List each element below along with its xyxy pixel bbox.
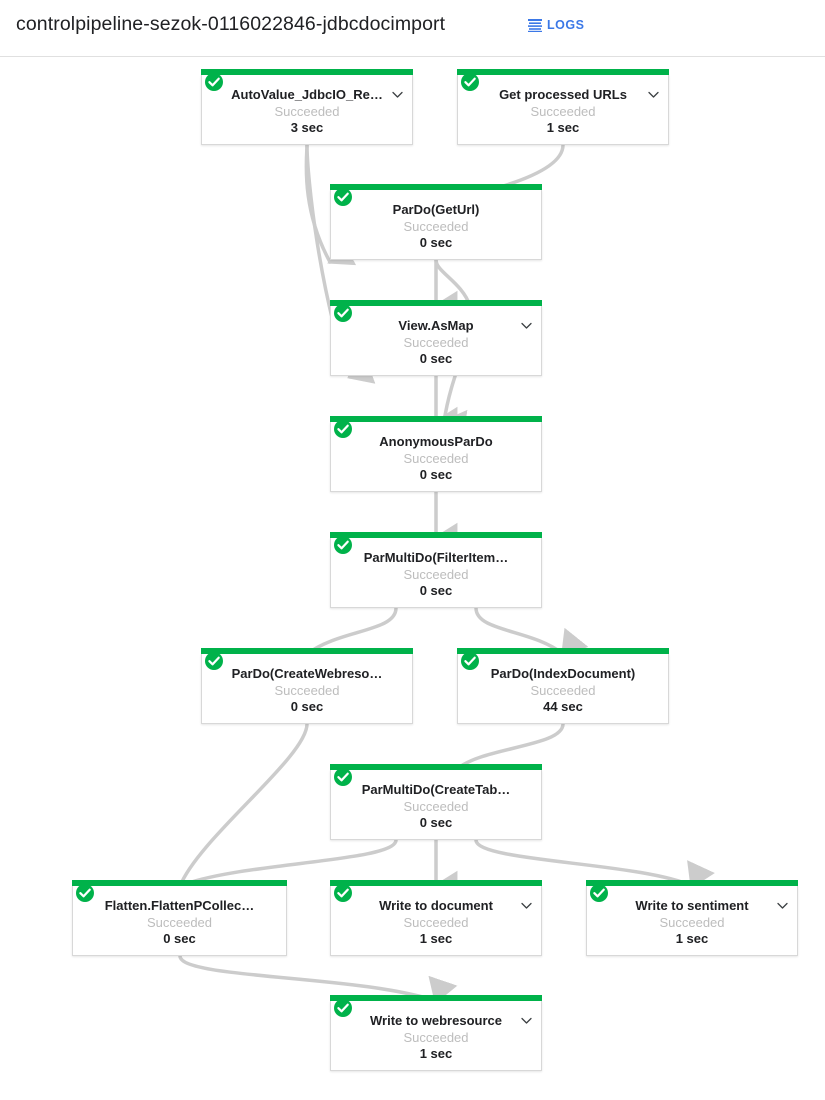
- node-status: Succeeded: [530, 104, 596, 119]
- list-lines-icon: [528, 18, 542, 32]
- chevron-down-icon[interactable]: [520, 319, 533, 332]
- graph-node-anonymouspardo[interactable]: AnonymousParDo Succeeded 0 sec: [330, 416, 542, 492]
- node-title: ParMultiDo(FilterItem…: [363, 550, 509, 565]
- node-duration: 1 sec: [419, 931, 453, 946]
- node-title: Write to sentiment: [635, 898, 749, 913]
- graph-node-write_to_webresource[interactable]: Write to webresource Succeeded 1 sec: [330, 995, 542, 1071]
- node-status: Succeeded: [403, 915, 469, 930]
- node-duration: 1 sec: [419, 1046, 453, 1061]
- node-status-bar: [457, 648, 669, 654]
- node-status-bar: [330, 416, 542, 422]
- node-title: Write to document: [379, 898, 493, 913]
- node-duration: 0 sec: [419, 235, 453, 250]
- node-status-bar: [330, 880, 542, 886]
- node-title: ParDo(CreateWebreso…: [231, 666, 383, 681]
- node-title: Write to webresource: [370, 1013, 502, 1028]
- node-title: View.AsMap: [398, 318, 474, 333]
- node-status: Succeeded: [146, 915, 213, 930]
- node-duration: 0 sec: [419, 467, 453, 482]
- graph-node-flatten_flattenpcollec[interactable]: Flatten.FlattenPCollec… Succeeded 0 sec: [72, 880, 287, 956]
- node-status: Succeeded: [530, 683, 596, 698]
- logs-button-label: LOGS: [547, 17, 585, 32]
- node-title: ParDo(GetUrl): [392, 202, 480, 217]
- node-title: ParDo(IndexDocument): [490, 666, 636, 681]
- node-status: Succeeded: [403, 567, 469, 582]
- node-status-bar: [457, 69, 669, 75]
- graph-node-autovalue_jdbcio_re[interactable]: AutoValue_JdbcIO_Re… Succeeded 3 sec: [201, 69, 413, 145]
- node-status-bar: [330, 184, 542, 190]
- node-status: Succeeded: [274, 104, 340, 119]
- node-status-bar: [330, 764, 542, 770]
- node-duration: 0 sec: [419, 815, 453, 830]
- node-duration: 1 sec: [675, 931, 709, 946]
- graph-edge: [304, 143, 357, 266]
- page-title: controlpipeline-sezok-0116022846-jdbcdoc…: [16, 13, 446, 35]
- graph-edge: [491, 143, 565, 212]
- node-duration: 3 sec: [290, 120, 324, 135]
- graph-node-parmultido_createtab[interactable]: ParMultiDo(CreateTab… Succeeded 0 sec: [330, 764, 542, 840]
- node-status-bar: [201, 648, 413, 654]
- node-duration: 0 sec: [419, 351, 453, 366]
- graph-node-write_to_document[interactable]: Write to document Succeeded 1 sec: [330, 880, 542, 956]
- node-status-bar: [330, 300, 542, 306]
- node-title: Get processed URLs: [499, 87, 627, 102]
- node-status-bar: [330, 532, 542, 538]
- graph-node-parmultido_filteritem[interactable]: ParMultiDo(FilterItem… Succeeded 0 sec: [330, 532, 542, 608]
- node-duration: 1 sec: [546, 120, 580, 135]
- node-status: Succeeded: [403, 799, 469, 814]
- chevron-down-icon[interactable]: [647, 88, 660, 101]
- chevron-down-icon[interactable]: [391, 88, 404, 101]
- node-status-bar: [330, 995, 542, 1001]
- graph-node-pardo_createwebreso[interactable]: ParDo(CreateWebreso… Succeeded 0 sec: [201, 648, 413, 724]
- node-status-bar: [201, 69, 413, 75]
- node-status: Succeeded: [659, 915, 725, 930]
- graph-node-view_asmap[interactable]: View.AsMap Succeeded 0 sec: [330, 300, 542, 376]
- graph-node-pardo_geturl[interactable]: ParDo(GetUrl) Succeeded 0 sec: [330, 184, 542, 260]
- node-title: Flatten.FlattenPCollec…: [104, 898, 255, 913]
- graph-edge: [177, 722, 309, 909]
- graph-node-write_to_sentiment[interactable]: Write to sentiment Succeeded 1 sec: [586, 880, 798, 956]
- chevron-down-icon[interactable]: [520, 899, 533, 912]
- chevron-down-icon[interactable]: [520, 1014, 533, 1027]
- graph-node-pardo_indexdocument[interactable]: ParDo(IndexDocument) Succeeded 44 sec: [457, 648, 669, 724]
- graph-node-get_processed_urls[interactable]: Get processed URLs Succeeded 1 sec: [457, 69, 669, 145]
- node-status: Succeeded: [274, 683, 340, 698]
- node-title: AutoValue_JdbcIO_Re…: [231, 87, 383, 102]
- node-title: ParMultiDo(CreateTab…: [361, 782, 511, 797]
- node-title: AnonymousParDo: [379, 434, 493, 449]
- chevron-down-icon[interactable]: [776, 899, 789, 912]
- node-duration: 0 sec: [290, 699, 324, 714]
- app-header: controlpipeline-sezok-0116022846-jdbcdoc…: [0, 0, 825, 57]
- node-duration: 0 sec: [163, 931, 196, 946]
- node-duration: 44 sec: [543, 699, 583, 714]
- node-status-bar: [586, 880, 798, 886]
- node-status: Succeeded: [403, 1030, 469, 1045]
- pipeline-graph[interactable]: AutoValue_JdbcIO_Re… Succeeded 3 sec Get pr…: [0, 57, 825, 1100]
- node-status-bar: [72, 880, 287, 886]
- node-status: Succeeded: [403, 335, 469, 350]
- node-duration: 0 sec: [419, 583, 453, 598]
- node-status: Succeeded: [403, 451, 469, 466]
- logs-button[interactable]: LOGS: [528, 13, 584, 37]
- node-status: Succeeded: [403, 219, 469, 234]
